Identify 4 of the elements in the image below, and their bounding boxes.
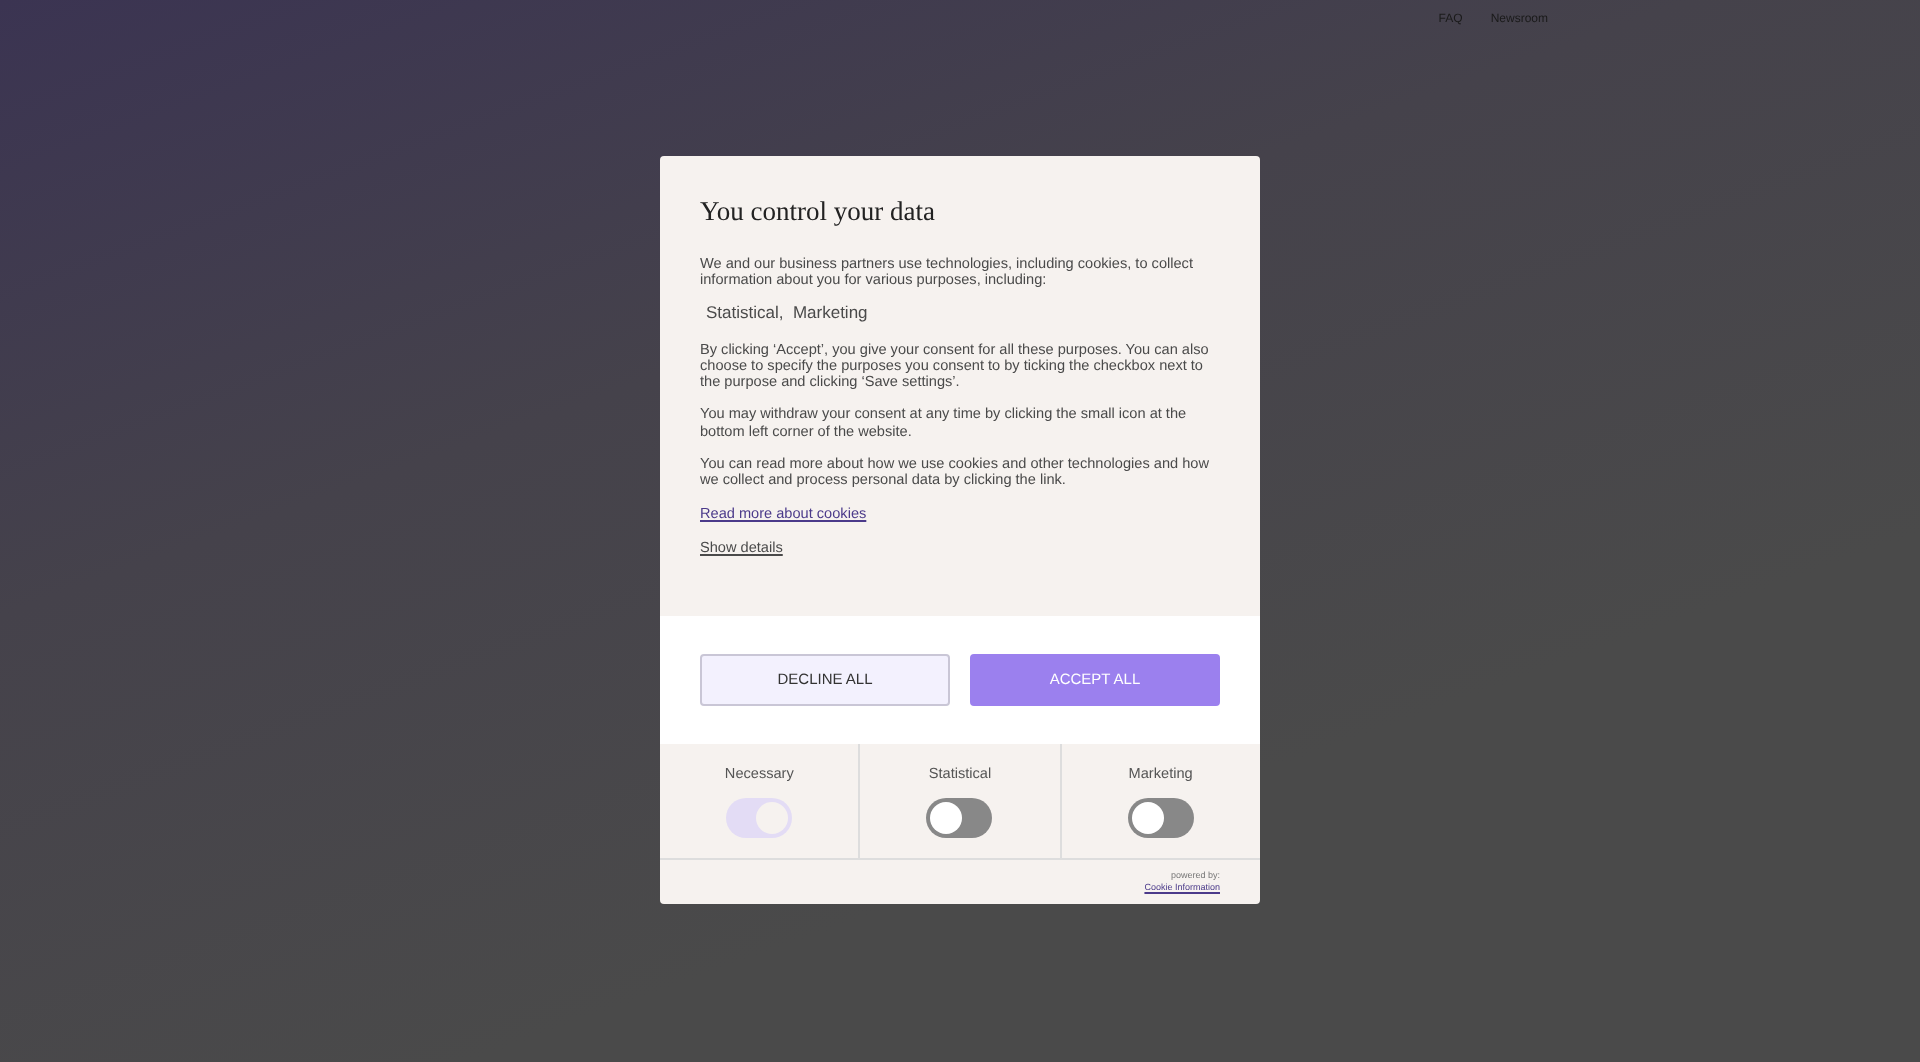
toggle-switch[interactable]: [1127, 797, 1194, 838]
dialog-title: You control your data: [700, 196, 937, 228]
purposes-list: Statistical, Marketing: [700, 301, 1220, 322]
toggle-switch[interactable]: [926, 797, 993, 838]
